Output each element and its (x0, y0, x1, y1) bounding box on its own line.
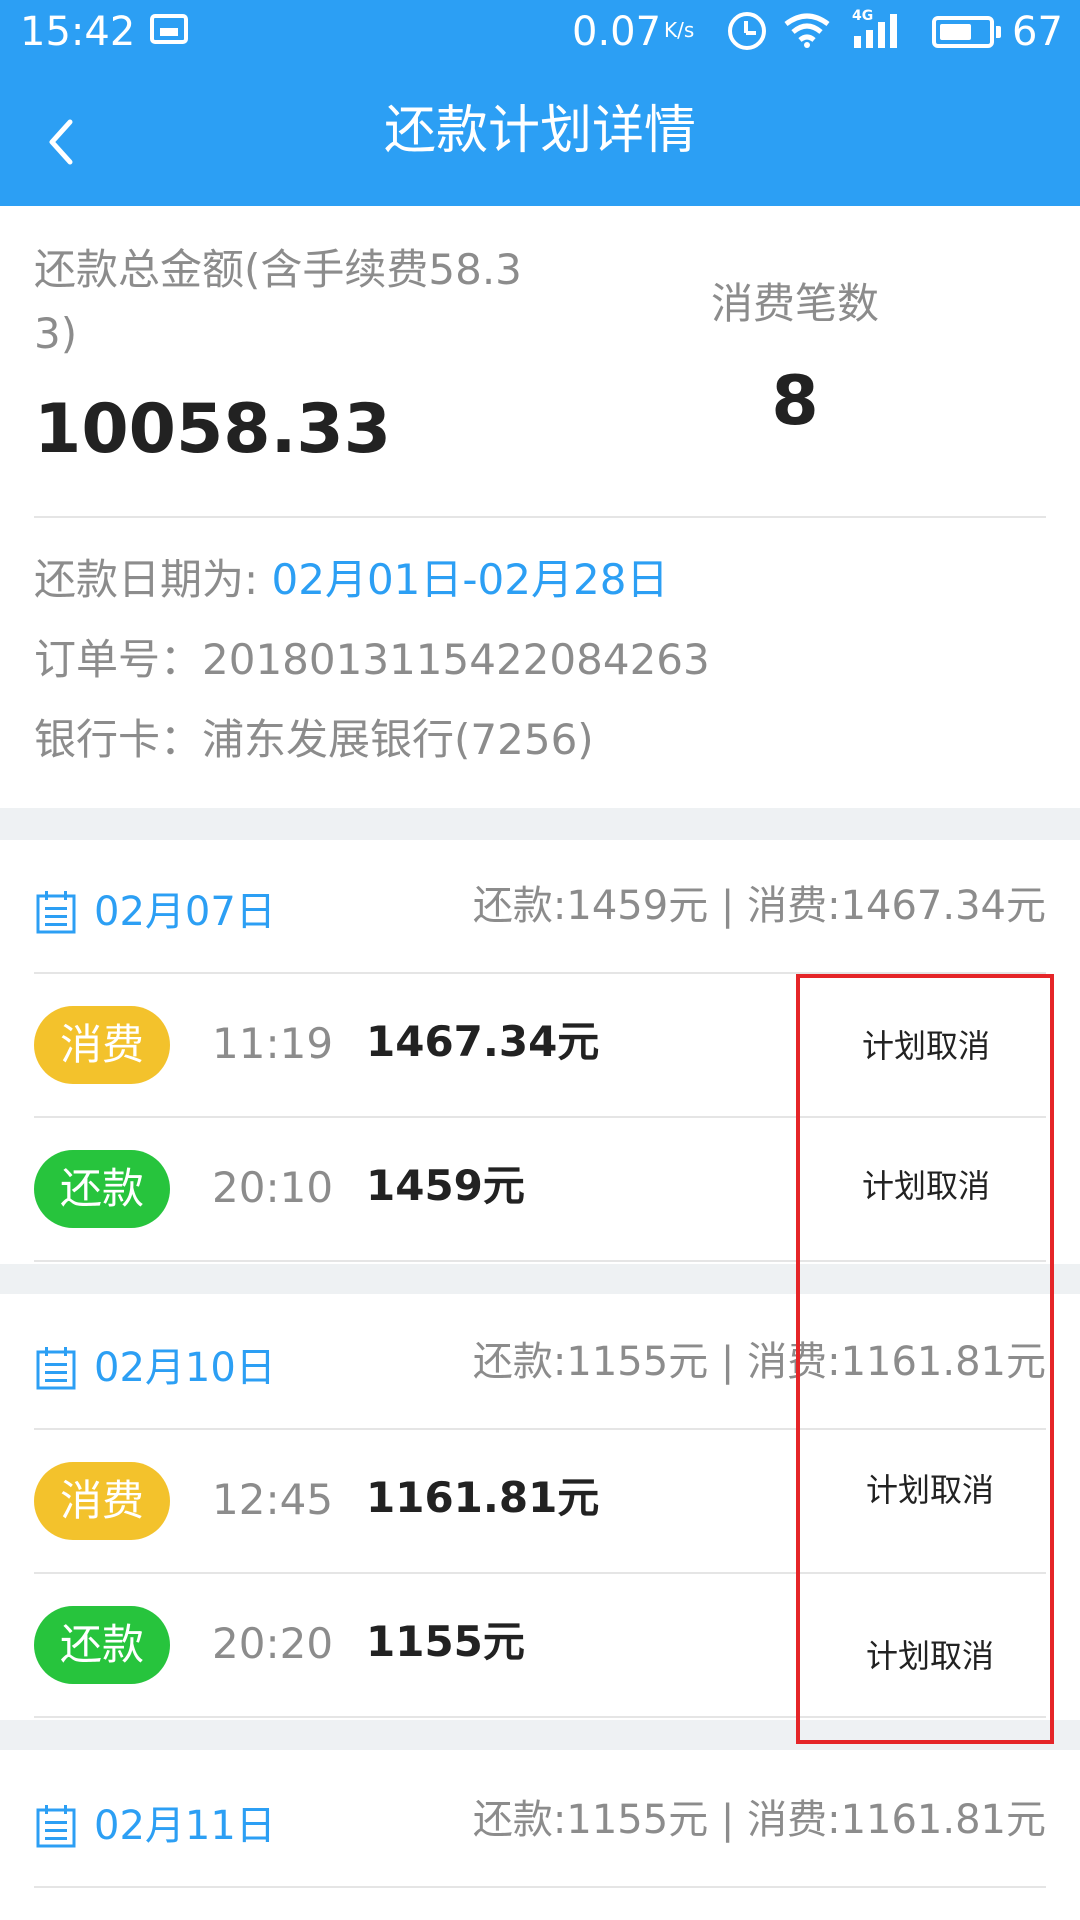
transaction-time: 12:45 (212, 1475, 334, 1524)
total-amount-label: 还款总金额(含手续费58.33) (34, 245, 522, 358)
repayment-date-label: 还款日期为: (34, 555, 272, 604)
transaction-amount: 1155元 (366, 1617, 525, 1666)
bank-card-line: 银行卡：浦东发展银行(7256) (34, 708, 594, 772)
transaction-amount: 1467.34元 (366, 1017, 600, 1066)
group-date: 02月11日 (94, 1803, 276, 1849)
summary-divider (34, 516, 1046, 518)
transaction-type-badge: 消费 (34, 1462, 170, 1540)
transaction-type-badge: 还款 (34, 1606, 170, 1684)
transaction-time: 20:10 (212, 1163, 334, 1212)
total-amount-value: 10058.33 (34, 390, 392, 469)
bank-card-value: 浦东发展银行(7256) (202, 715, 594, 764)
transaction-amount: 1161.81元 (366, 1473, 600, 1522)
transaction-count-value: 8 (771, 362, 819, 441)
network-speed: 0.07 (572, 9, 662, 55)
order-number-value: 20180131154220842​63 (202, 635, 710, 684)
repayment-date-range: 02月01日-02月28日 (271, 555, 669, 604)
transaction-amount: 1459元 (366, 1161, 525, 1210)
network-speed-unit: K/s (664, 18, 695, 42)
group-date: 02月10日 (94, 1345, 276, 1391)
alarm-icon (728, 12, 766, 50)
transaction-type-badge: 消费 (34, 1006, 170, 1084)
transaction-time: 11:19 (212, 1019, 334, 1068)
calendar-icon (36, 1805, 76, 1848)
calendar-icon (36, 1347, 76, 1390)
date-group-header: 02月07日 还款:1459元 | 消费:1467.34元 (0, 866, 1080, 966)
group-summary: 还款:1155元 | 消费:1161.81元 (472, 1797, 1046, 1843)
group-summary: 还款:1459元 | 消费:1467.34元 (472, 883, 1046, 929)
status-bar: 15:42 0.07 K/s 4G 67 (0, 0, 1080, 64)
highlight-frame (796, 974, 1054, 1744)
section-gap (0, 808, 1080, 840)
calendar-icon (36, 891, 76, 934)
order-number-line: 订单号：20180131154220842​63 (34, 628, 710, 692)
page-title: 还款计划详情 (383, 101, 696, 161)
repayment-date-line: 还款日期为: 02月01日-02月28日 (34, 548, 668, 612)
transaction-count-label: 消费笔数 (710, 279, 879, 328)
group-date: 02月07日 (94, 889, 276, 935)
image-icon (150, 14, 188, 44)
row-divider (34, 1886, 1046, 1888)
wifi-icon (784, 13, 830, 48)
battery-icon (932, 16, 994, 48)
battery-fill (940, 24, 971, 40)
network-type: 4G (852, 8, 874, 24)
battery-level: 67 (1012, 9, 1063, 55)
date-group-header: 02月11日 还款:1155元 | 消费:1161.81元 (0, 1780, 1080, 1880)
battery-tip (996, 26, 1001, 38)
status-time: 15:42 (20, 9, 136, 55)
transaction-type-badge: 还款 (34, 1150, 170, 1228)
bank-card-label: 银行卡： (34, 715, 203, 764)
transaction-time: 20:20 (212, 1619, 334, 1668)
order-number-label: 订单号： (34, 635, 203, 684)
